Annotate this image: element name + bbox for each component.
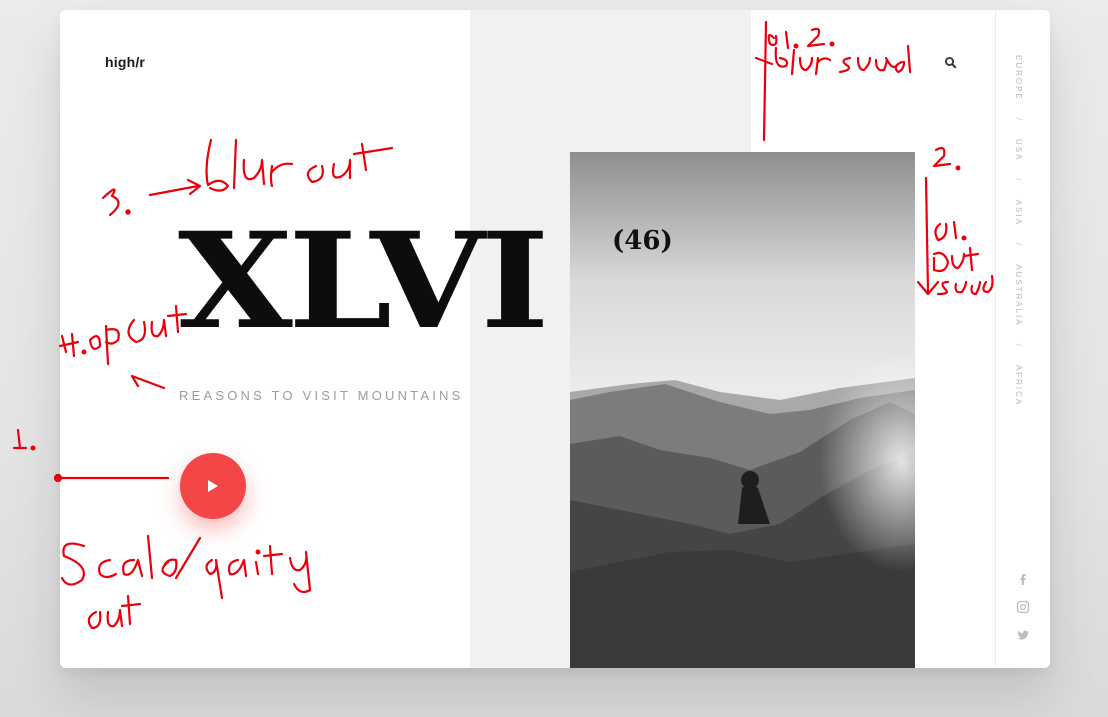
region-europe[interactable]: EUROPE [1014, 55, 1023, 101]
region-usa[interactable]: USA [1014, 139, 1023, 161]
hero-count: (46) [612, 226, 673, 256]
play-icon [208, 480, 218, 492]
region-separator: / [1014, 117, 1023, 123]
region-separator: / [1014, 178, 1023, 183]
site-logo[interactable]: high/r [105, 54, 145, 70]
hero-card: high/r XLVI (46) REASONS TO VISIT MOUNTA… [60, 10, 1050, 668]
facebook-icon[interactable] [1016, 572, 1030, 586]
region-africa[interactable]: AFRICA [1014, 365, 1023, 406]
play-button[interactable] [180, 453, 246, 519]
side-nav: EUROPE / USA / ASIA / AUSTRALIA / AFRICA [995, 10, 1050, 668]
instagram-icon[interactable] [1016, 600, 1030, 614]
region-list: EUROPE / USA / ASIA / AUSTRALIA / AFRICA [1014, 55, 1023, 406]
hero-subtitle: REASONS TO VISIT MOUNTAINS [179, 388, 464, 403]
region-australia[interactable]: AUSTRALIA [1014, 264, 1023, 326]
region-separator: / [1014, 343, 1023, 348]
twitter-icon[interactable] [1016, 628, 1030, 642]
region-asia[interactable]: ASIA [1014, 200, 1023, 226]
region-separator: / [1014, 242, 1023, 248]
hero-title: XLVI [178, 204, 550, 359]
search-icon[interactable] [942, 54, 960, 72]
